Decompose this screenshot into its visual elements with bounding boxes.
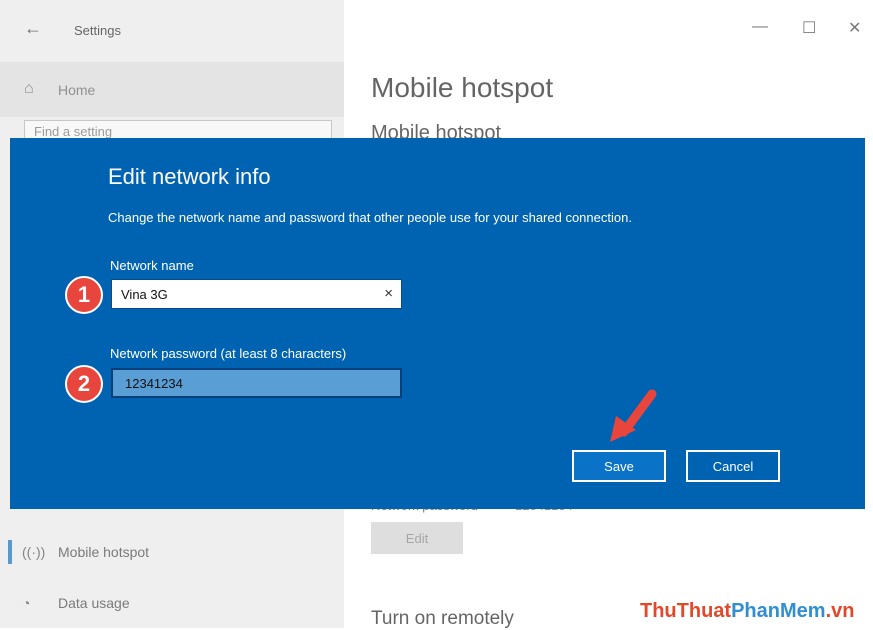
clear-icon[interactable]: × <box>384 285 393 302</box>
cancel-button[interactable]: Cancel <box>686 450 780 482</box>
dialog-title: Edit network info <box>108 164 271 189</box>
watermark: ThuThuatPhanMem.vn <box>640 600 854 623</box>
watermark-part-2: PhanMem <box>731 600 826 622</box>
network-name-value: Vina 3G <box>121 287 168 302</box>
step-badge-2: 2 <box>65 365 103 403</box>
edit-network-dialog: Edit network info Change the network nam… <box>10 138 865 509</box>
watermark-part-1: ThuThuat <box>640 600 732 622</box>
watermark-part-3: .vn <box>825 600 855 622</box>
network-name-label: Network name <box>110 258 194 273</box>
network-password-field-label: Network password (at least 8 characters) <box>110 346 347 361</box>
network-name-input[interactable]: Vina 3G × <box>111 279 402 309</box>
step-badge-1: 1 <box>65 276 103 314</box>
network-password-field-value: 12341234 <box>125 376 183 391</box>
network-password-input[interactable]: 12341234 <box>111 368 402 398</box>
save-button[interactable]: Save <box>572 450 666 482</box>
pointer-arrow-icon <box>610 389 657 442</box>
dialog-description: Change the network name and password tha… <box>108 210 632 225</box>
